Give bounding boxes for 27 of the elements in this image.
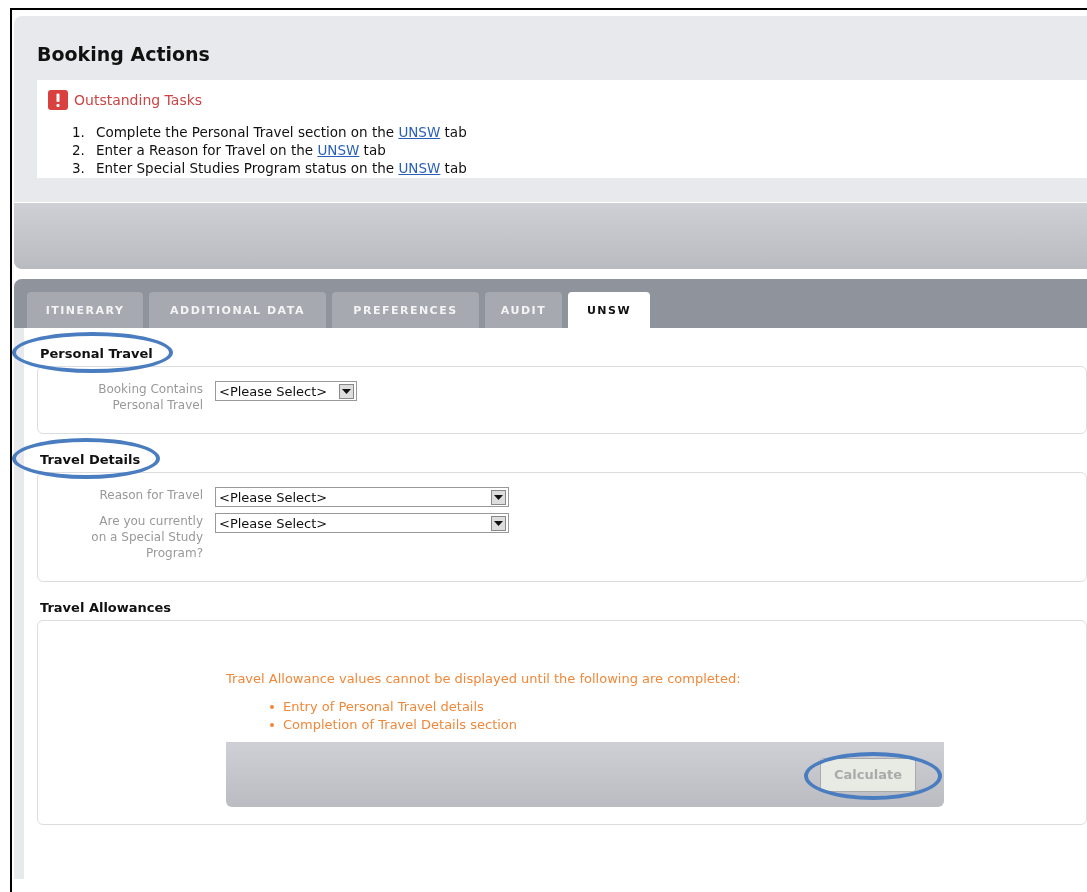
- field-label: Reason for Travel: [98, 487, 203, 503]
- tab-link[interactable]: UNSW: [398, 160, 441, 176]
- bullet-icon: [270, 723, 274, 727]
- section-title: Travel Details: [40, 451, 141, 467]
- tab[interactable]: UNSW: [568, 292, 650, 328]
- select-field[interactable]: <Please Select>: [215, 381, 357, 401]
- section-title: Travel Allowances: [40, 599, 172, 615]
- task-text: Complete the Personal Travel section on the UNSW tab: [96, 123, 467, 141]
- warning-item: Entry of Personal Travel details: [283, 698, 484, 716]
- list-number: 2.: [72, 141, 86, 159]
- task-text: Enter Special Studies Program status on the UNSW tab: [96, 159, 467, 177]
- list-number: 1.: [72, 123, 86, 141]
- alert-icon: [48, 90, 68, 110]
- tab-link[interactable]: UNSW: [398, 124, 441, 140]
- warning-item: Completion of Travel Details section: [283, 716, 518, 734]
- task-text: Enter a Reason for Travel on the UNSW tab: [96, 141, 386, 159]
- warning-message: Travel Allowance values cannot be displayed until the following are completed:: [226, 671, 742, 686]
- select-field[interactable]: <Please Select>: [215, 513, 509, 533]
- field-label: Are you currently on a Special Study Program?: [90, 513, 203, 561]
- section-title: Personal Travel: [40, 345, 153, 361]
- list-number: 3.: [72, 159, 86, 177]
- tasks-heading: Outstanding Tasks: [74, 92, 203, 108]
- page-title: Booking Actions: [37, 42, 211, 67]
- bullet-icon: [270, 705, 274, 709]
- tab-link[interactable]: UNSW: [317, 142, 360, 158]
- field-label: Booking Contains Personal Travel: [97, 381, 203, 413]
- select-field[interactable]: <Please Select>: [215, 487, 509, 507]
